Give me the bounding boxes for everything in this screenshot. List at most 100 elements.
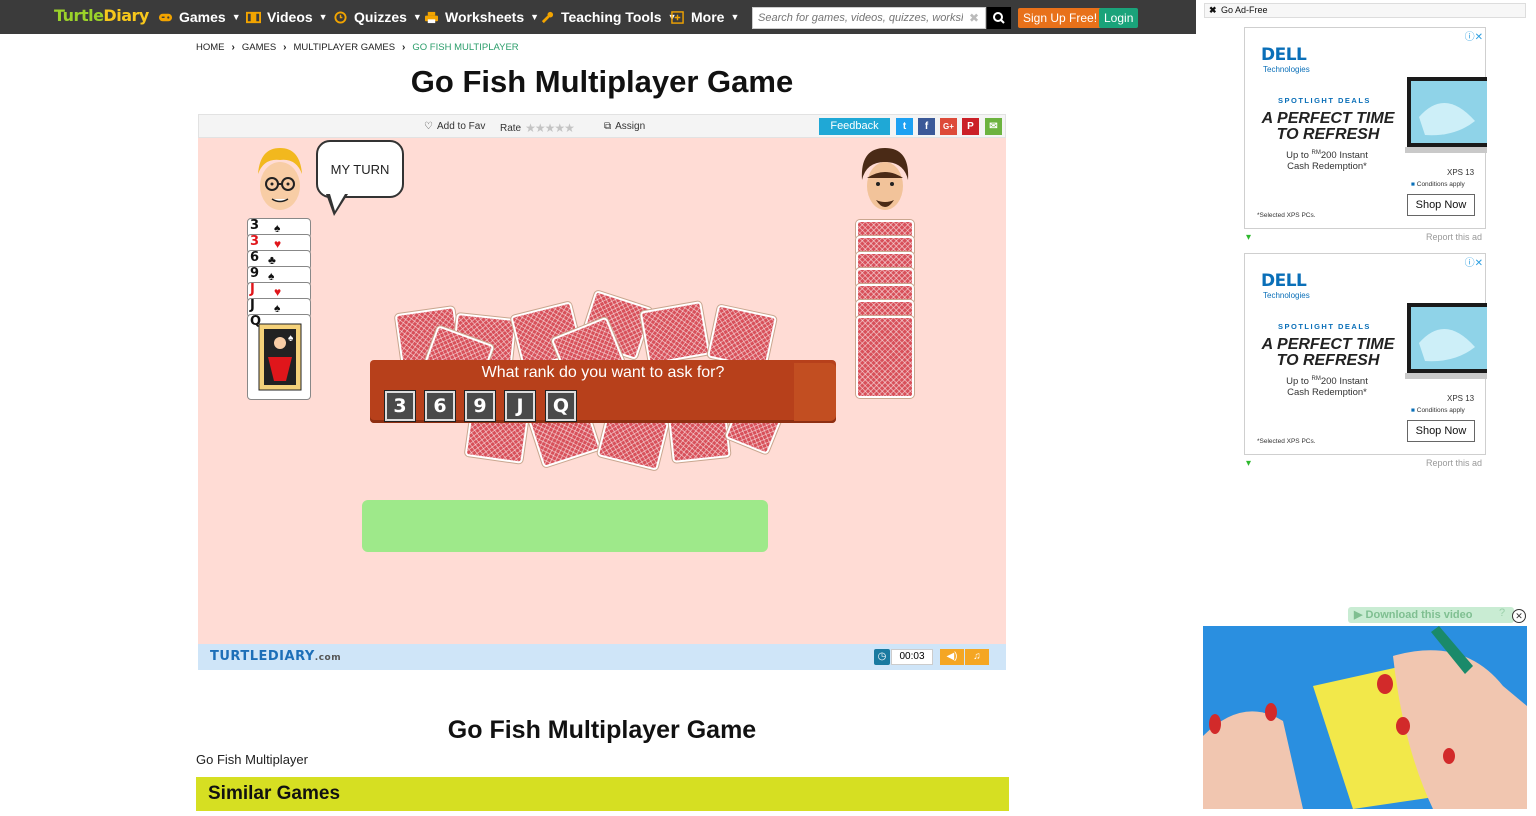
adchoices-icon[interactable]: ▾ — [1246, 232, 1251, 243]
chevron-down-icon: ▼ — [530, 12, 540, 22]
shop-now-button[interactable]: Shop Now — [1407, 194, 1475, 216]
hand-card[interactable]: Q ♠ — [247, 314, 311, 400]
similar-games-heading: Similar Games — [196, 777, 1009, 811]
site-logo[interactable]: TurtleDiary — [54, 6, 149, 25]
breadcrumb-multiplayer[interactable]: MULTIPLAYER GAMES — [294, 42, 396, 53]
report-ad-link[interactable]: Report this ad — [1426, 458, 1482, 468]
ad-model: XPS 13 — [1447, 394, 1475, 403]
facebook-icon[interactable]: f — [918, 118, 935, 135]
download-video-label: Download this video — [1365, 609, 1473, 621]
ad-headline-line1: A PERFECT TIME — [1261, 336, 1395, 353]
search-button[interactable] — [987, 7, 1011, 29]
google-plus-icon[interactable]: G+ — [940, 118, 957, 135]
assign-icon: ⧉ — [604, 121, 612, 132]
breadcrumb-games[interactable]: GAMES — [242, 42, 276, 53]
rank-button-3[interactable]: 3 — [385, 391, 415, 421]
shop-now-button[interactable]: Shop Now — [1407, 420, 1475, 442]
go-ad-free-button[interactable]: ✖ Go Ad-Free — [1204, 3, 1526, 18]
login-button[interactable]: Login — [1099, 8, 1139, 28]
video-player[interactable] — [1203, 626, 1527, 809]
signup-button[interactable]: Sign Up Free! — [1018, 8, 1103, 28]
ad-banner[interactable]: ⓘ✕ DELL Technologies SPOTLIGHT DEALS A P… — [1244, 27, 1487, 229]
nav-worksheets[interactable]: Worksheets ▼ — [424, 9, 539, 25]
go-ad-free-label: Go Ad-Free — [1221, 5, 1268, 15]
nav-quizzes[interactable]: Quizzes ▼ — [333, 9, 422, 25]
rank-button-6[interactable]: 6 — [425, 391, 455, 421]
rank-button-j[interactable]: J — [505, 391, 535, 421]
add-to-fav-label: Add to Fav — [436, 121, 486, 132]
rank-button-9[interactable]: 9 — [465, 391, 495, 421]
add-to-fav-button[interactable]: ♡ Add to Fav — [424, 121, 485, 132]
ad-offer-amount: 200 Instant — [1320, 376, 1368, 388]
ad-offer-currency: RM — [1311, 376, 1321, 382]
heart-icon: ♥ — [274, 285, 282, 299]
pinterest-icon[interactable]: P — [962, 118, 979, 135]
nav-games[interactable]: Games ▼ — [158, 9, 241, 25]
plus-icon: ■ — [1411, 181, 1415, 188]
footer-logo: TURTLEDIARY.com — [210, 649, 341, 664]
ad-offer-prefix: Up to — [1286, 150, 1312, 162]
ad-brand-sub: Technologies — [1263, 291, 1310, 300]
section-subtitle: Go Fish Multiplayer — [196, 752, 308, 767]
game-toolbar: ♡ Add to Fav Rate ★★★★★ ⧉ Assign Feedback … — [198, 114, 1006, 138]
opponent-card — [856, 316, 914, 398]
pond-card[interactable] — [639, 301, 711, 365]
ad-conditions: ■ Conditions apply — [1411, 407, 1465, 414]
queen-face-icon: ♠ — [258, 323, 302, 391]
email-icon[interactable]: ✉ — [985, 118, 1002, 135]
nav-teaching-tools-label: Teaching Tools — [561, 9, 662, 25]
ad-brand: DELL — [1261, 271, 1307, 291]
sound-icon[interactable]: ◀) — [940, 649, 964, 665]
ad-banner[interactable]: ⓘ✕ DELL Technologies SPOTLIGHT DEALS A P… — [1244, 253, 1487, 455]
opponent-avatar — [861, 148, 909, 210]
search-input[interactable] — [753, 8, 963, 28]
breadcrumb-home[interactable]: HOME — [196, 42, 225, 53]
ad-offer-currency: RM — [1311, 150, 1321, 156]
search-icon — [993, 12, 1005, 24]
ad-headline: A PERFECT TIME TO REFRESH — [1261, 111, 1395, 143]
chevron-right-icon: › — [283, 42, 287, 53]
clock-icon — [334, 10, 347, 24]
download-video-button[interactable]: ▶ Download this video — [1348, 607, 1514, 623]
ad-info-icon[interactable]: ⓘ✕ — [1465, 254, 1483, 269]
rank-button-q[interactable]: Q — [546, 391, 576, 421]
ad-headline-line2: TO REFRESH — [1276, 126, 1380, 143]
nav-videos[interactable]: Videos ▼ — [246, 9, 328, 25]
footer-logo-suffix: .com — [314, 653, 342, 663]
nav-teaching-tools[interactable]: Teaching Tools ▼ — [540, 9, 677, 25]
ad-info-icon[interactable]: ⓘ✕ — [1465, 28, 1483, 43]
ad-fine-print: *Selected XPS PCs. — [1257, 212, 1316, 219]
ad-headline-line2: TO REFRESH — [1276, 352, 1380, 369]
nav-more[interactable]: More ▼ — [670, 9, 739, 25]
close-icon[interactable]: ✖ — [1209, 4, 1217, 17]
spade-icon: ♠ — [274, 221, 281, 235]
ad-offer-prefix: Up to — [1286, 376, 1312, 388]
report-ad-link[interactable]: Report this ad — [1426, 232, 1482, 242]
adchoices-icon[interactable]: ▾ — [1246, 458, 1251, 469]
spade-icon: ♠ — [274, 301, 281, 315]
ad-fine-print: *Selected XPS PCs. — [1257, 438, 1316, 445]
card-rank: J — [250, 282, 255, 297]
rating-stars[interactable]: ★★★★★ — [525, 121, 575, 135]
feedback-button[interactable]: Feedback — [819, 118, 890, 135]
play-icon: ▶ — [1354, 609, 1363, 621]
player-avatar — [258, 148, 302, 210]
music-icon[interactable]: ♫ — [965, 649, 989, 665]
twitter-icon[interactable]: t — [896, 118, 913, 135]
card-rank: J — [250, 298, 255, 313]
ad-spotlight: SPOTLIGHT DEALS — [1278, 96, 1371, 105]
clear-icon[interactable]: ✖ — [969, 11, 979, 25]
nav-more-label: More — [691, 9, 725, 25]
close-icon[interactable]: ✕ — [1512, 609, 1526, 623]
ad-brand-sub: Technologies — [1263, 65, 1310, 74]
page: TurtleDiary Games ▼ Videos ▼ Quizzes ▼ Work… — [0, 0, 1536, 816]
breadcrumb: HOME › GAMES › MULTIPLAYER GAMES › GO FISH … — [196, 42, 519, 53]
nav-worksheets-label: Worksheets — [445, 9, 525, 25]
clock-icon: ◷ — [874, 649, 890, 665]
assign-button[interactable]: ⧉ Assign — [604, 121, 645, 132]
gamepad-icon — [158, 13, 173, 21]
help-icon[interactable]: ? — [1499, 607, 1511, 622]
game-timer: 00:03 — [891, 649, 933, 665]
nav-games-label: Games — [179, 9, 226, 25]
ad-brand: DELL — [1261, 45, 1307, 65]
